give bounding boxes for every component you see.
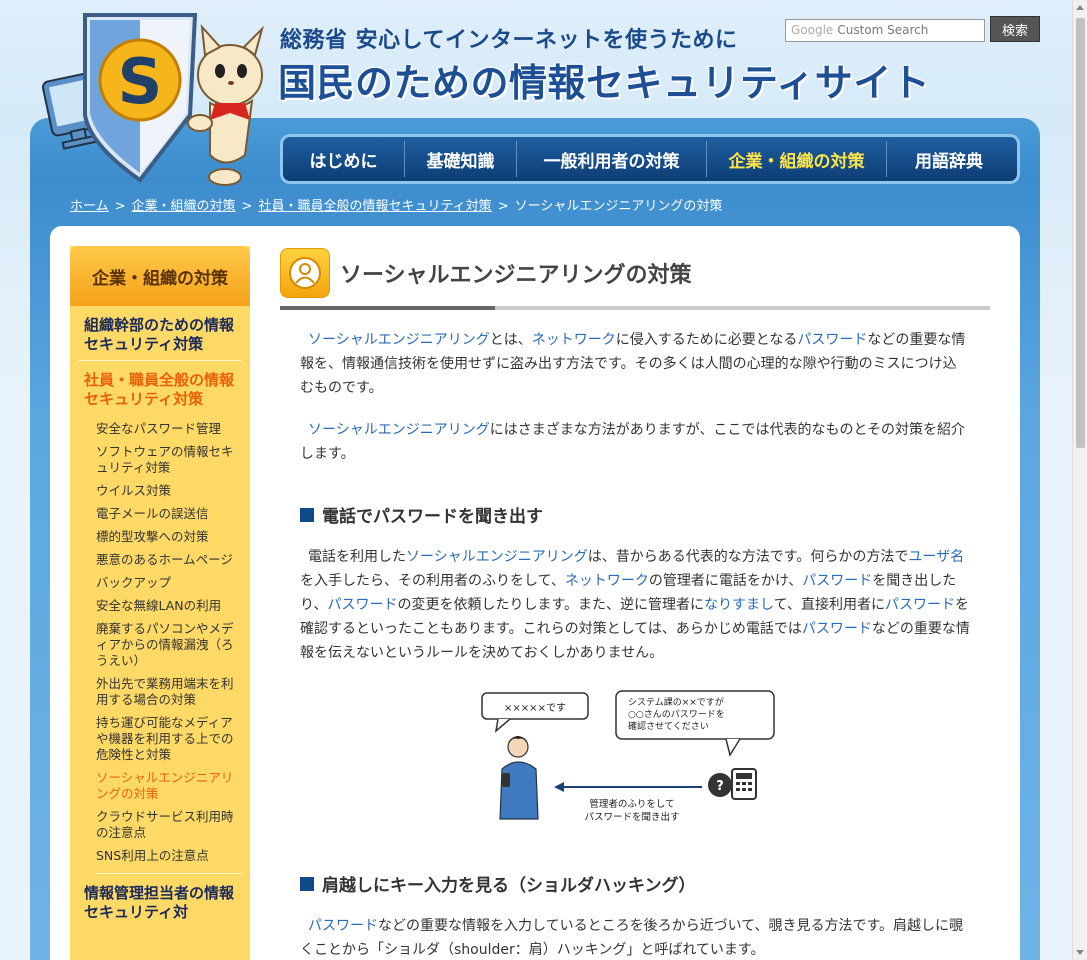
search-button[interactable]: 検索	[990, 16, 1040, 42]
term-link[interactable]: パスワード	[802, 621, 872, 637]
search-placeholder: Custom Search	[837, 23, 929, 37]
nav-item-introduction[interactable]: はじめに	[283, 141, 405, 177]
section-heading-text: 肩越しにキー入力を見る（ショルダハッキング）	[322, 876, 696, 896]
site-subtitle: 総務省 安心してインターネットを使うために	[280, 28, 738, 53]
term-link[interactable]: ネットワーク	[565, 573, 649, 589]
term-link[interactable]: ユーザ名	[908, 549, 964, 565]
text: の変更を依頼したりします。また、逆に管理者に	[397, 597, 705, 613]
breadcrumb-separator: >	[114, 199, 126, 214]
text: は、昔からある代表的な方法です。何らかの方法で	[587, 549, 909, 565]
term-link[interactable]: パスワード	[308, 918, 378, 934]
bubble-right-line1: システム課の××ですが	[628, 696, 724, 708]
term-link[interactable]: ソーシャルエンジニアリング	[308, 332, 490, 348]
sidebar-item-password[interactable]: 安全なパスワード管理	[96, 417, 242, 440]
sidebar-item-software[interactable]: ソフトウェアの情報セキュリティ対策	[96, 440, 242, 479]
sidebar-item-disposal[interactable]: 廃棄するパソコンやメディアからの情報漏洩（ろうえい）	[96, 617, 242, 672]
bubble-left-text: ×××××です	[504, 702, 566, 714]
sidebar-item-sns[interactable]: SNS利用上の注意点	[96, 844, 242, 867]
text: 電話を利用した	[308, 549, 406, 565]
phone-paragraph: 電話を利用したソーシャルエンジニアリングは、昔からある代表的な方法です。何らかの…	[300, 545, 970, 665]
breadcrumb-employees[interactable]: 社員・職員全般の情報セキュリティ対策	[258, 199, 491, 214]
caption-line2: パスワードを聞き出す	[584, 811, 679, 823]
sidebar-item-email[interactable]: 電子メールの誤送信	[96, 502, 242, 525]
caption-line1: 管理者のふりをして	[589, 798, 674, 810]
main-content: ソーシャルエンジニアリングの対策 ソーシャルエンジニアリングとは、ネットワークに…	[280, 246, 990, 960]
google-brand-label: Google	[791, 23, 834, 37]
breadcrumb-current: ソーシャルエンジニアリングの対策	[514, 199, 723, 214]
overview-paragraph: ソーシャルエンジニアリングにはさまざまな方法がありますが、ここでは代表的なものと…	[300, 418, 970, 466]
breadcrumb-home[interactable]: ホーム	[70, 199, 109, 214]
breadcrumb-separator: >	[241, 199, 253, 214]
term-link[interactable]: ソーシャルエンジニアリング	[308, 422, 490, 438]
shoulder-paragraph: パスワードなどの重要な情報を入力しているところを後ろから近づいて、覗き見る方法で…	[300, 914, 970, 960]
sidebar-item-wlan[interactable]: 安全な無線LANの利用	[96, 594, 242, 617]
breadcrumb-enterprise[interactable]: 企業・組織の対策	[132, 199, 236, 214]
bubble-right-line2: ○○さんのパスワードを	[628, 709, 725, 720]
text: とは、	[489, 332, 532, 348]
text: の管理者に電話をかけ、	[648, 573, 803, 589]
intro-paragraph: ソーシャルエンジニアリングとは、ネットワークに侵入するために必要となるパスワード…	[300, 328, 970, 400]
nav-item-glossary[interactable]: 用語辞典	[887, 141, 1011, 177]
sidebar-item-malicious-web[interactable]: 悪意のあるホームページ	[96, 548, 242, 571]
heading-square-icon	[300, 876, 314, 891]
site-title[interactable]: 国民のための情報セキュリティサイト	[278, 52, 930, 107]
page-title: ソーシャルエンジニアリングの対策	[340, 263, 692, 288]
mascot-logo: S	[41, 13, 264, 186]
scroll-down-icon[interactable]	[1076, 950, 1084, 955]
sidebar: 企業・組織の対策 組織幹部のための情報セキュリティ対策 社員・職員全般の情報セキ…	[70, 246, 250, 960]
term-link[interactable]: なりすまし	[704, 597, 774, 613]
term-link[interactable]: パスワード	[797, 332, 867, 348]
text: に侵入するために必要となる	[615, 332, 798, 348]
sidebar-item-portable[interactable]: 持ち運び可能なメディアや機器を利用する上での危険性と対策	[96, 711, 242, 766]
text: て、直接利用者に	[773, 597, 885, 613]
sidebar-item-targeted[interactable]: 標的型攻撃への対策	[96, 525, 242, 548]
nav-item-enterprise[interactable]: 企業・組織の対策	[707, 141, 887, 177]
person-icon	[280, 248, 330, 298]
phone-scam-illustration: ×××××です システム課の××ですが ○○さんのパスワードを 確認させてくださ…	[481, 690, 775, 823]
telephone-icon: ?	[708, 768, 757, 800]
search-input[interactable]: Google Custom Search	[785, 19, 985, 42]
page-heading: ソーシャルエンジニアリングの対策	[280, 246, 990, 300]
term-link[interactable]: パスワード	[802, 573, 872, 589]
term-link[interactable]: ネットワーク	[532, 332, 616, 348]
breadcrumb-separator: >	[497, 199, 509, 214]
nav-item-general-users[interactable]: 一般利用者の対策	[517, 141, 707, 177]
section-heading-shoulder: 肩越しにキー入力を見る（ショルダハッキング）	[300, 871, 990, 896]
sidebar-heading[interactable]: 企業・組織の対策	[70, 246, 250, 306]
svg-text:S: S	[118, 45, 163, 118]
sidebar-item-social-engineering[interactable]: ソーシャルエンジニアリングの対策	[96, 766, 242, 805]
svg-text:?: ?	[716, 779, 724, 794]
text: を入手したら、その利用者のふりをして、	[300, 573, 565, 589]
sidebar-item-remote[interactable]: 外出先で業務用端末を利用する場合の対策	[96, 672, 242, 711]
scrollbar-thumb[interactable]	[1076, 18, 1085, 448]
heading-square-icon	[300, 507, 314, 522]
sidebar-section-executives[interactable]: 組織幹部のための情報セキュリティ対策	[78, 306, 242, 361]
section-heading-text: 電話でパスワードを聞き出す	[322, 507, 543, 527]
breadcrumb: ホーム > 企業・組織の対策 > 社員・職員全般の情報セキュリティ対策 > ソーシャルエンジ…	[70, 195, 722, 214]
global-nav: はじめに 基礎知識 一般利用者の対策 企業・組織の対策 用語辞典	[280, 134, 1020, 184]
sidebar-list: 安全なパスワード管理 ソフトウェアの情報セキュリティ対策 ウイルス対策 電子メー…	[96, 415, 242, 874]
vertical-scrollbar[interactable]	[1072, 0, 1087, 960]
term-link[interactable]: ソーシャルエンジニアリング	[406, 549, 588, 565]
sidebar-item-cloud[interactable]: クラウドサービス利用時の注意点	[96, 805, 242, 844]
term-link[interactable]: パスワード	[885, 597, 955, 613]
text: などの重要な情報を入力しているところを後ろから近づいて、覗き見る方法です。肩越し…	[300, 918, 964, 958]
sidebar-item-backup[interactable]: バックアップ	[96, 571, 242, 594]
sidebar-item-virus[interactable]: ウイルス対策	[96, 479, 242, 502]
heading-rule	[280, 306, 990, 310]
term-link[interactable]: パスワード	[327, 597, 397, 613]
sidebar-section-employees[interactable]: 社員・職員全般の情報セキュリティ対策	[78, 361, 242, 415]
scroll-up-icon[interactable]	[1076, 5, 1084, 10]
bubble-right-line3: 確認させてください	[628, 720, 709, 732]
nav-item-basics[interactable]: 基礎知識	[405, 141, 517, 177]
sidebar-section-admins[interactable]: 情報管理担当者の情報セキュリティ対	[78, 874, 242, 928]
employee-figure	[499, 736, 539, 820]
section-heading-phone: 電話でパスワードを聞き出す	[300, 502, 990, 527]
